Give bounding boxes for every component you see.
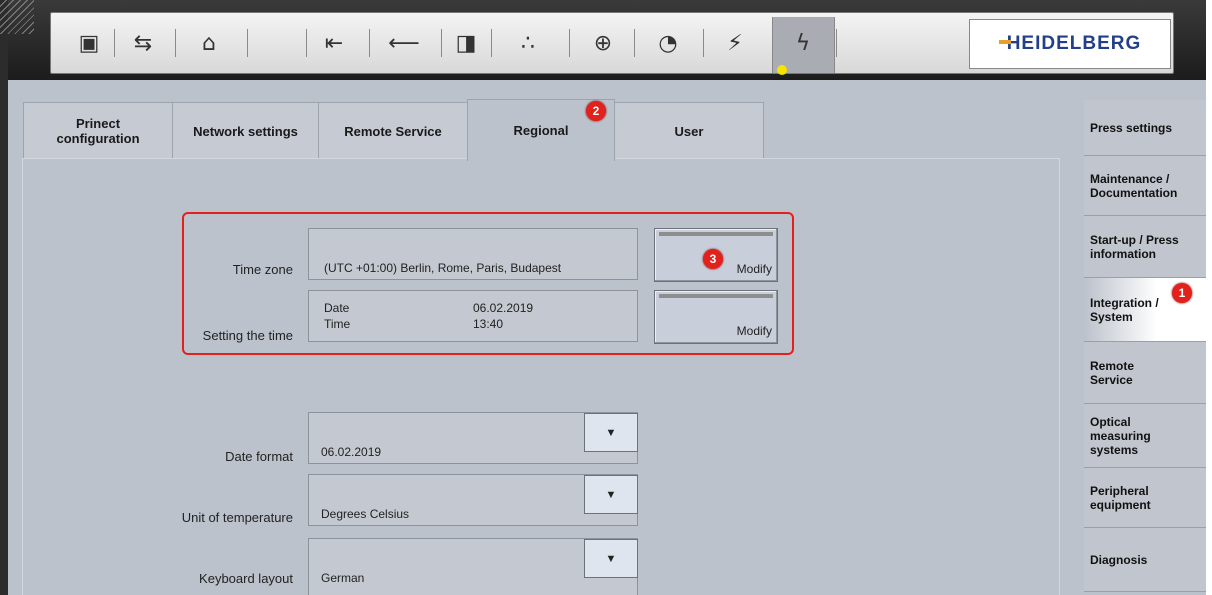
toolbar-separator <box>441 29 442 57</box>
tab-network-settings[interactable]: Network settings <box>172 102 319 160</box>
sidebar-item-peripheral[interactable]: Peripheral equipment <box>1084 468 1206 528</box>
dampening-icon[interactable]: ∴ <box>499 21 557 65</box>
date-format-label: Date format <box>225 449 293 464</box>
sidebar-item-press-settings[interactable]: Press settings <box>1084 100 1206 156</box>
chevron-down-icon[interactable]: ▼ <box>584 539 638 578</box>
toolbar-separator <box>569 29 570 57</box>
tab-remote-service[interactable]: Remote Service <box>318 102 468 160</box>
chevron-down-icon[interactable]: ▼ <box>584 413 638 452</box>
sidebar-item-label: Peripheral equipment <box>1090 483 1151 512</box>
sidebar-item-label: Optical measuring systems <box>1090 414 1151 457</box>
tab-label: User <box>674 123 704 139</box>
resize-grip[interactable] <box>0 0 34 34</box>
scroll-icon[interactable]: ⌂ <box>183 21 235 65</box>
tab-prinect-configuration[interactable]: Prinect configuration <box>23 102 173 160</box>
left-frame <box>0 0 8 595</box>
temperature-unit-value: Degrees Celsius <box>321 507 410 521</box>
sidebar-item-label: Remote Service <box>1090 358 1135 387</box>
pile-icon[interactable]: ◨ <box>449 21 483 65</box>
toolbar-separator <box>114 29 115 57</box>
toolbar-separator <box>306 29 307 57</box>
tab-label: Remote Service <box>344 123 442 139</box>
step-badge-3: 3 <box>703 249 723 269</box>
status-dot <box>777 65 787 75</box>
tab-label: Prinect configuration <box>56 116 140 146</box>
app-window: ▣ ⇆ ⌂ ⇤ ⟵ ◨ ∴ ⊕ ◔ ⚡ ϟ HEIDELBERG Prinect… <box>0 0 1212 595</box>
counter-icon[interactable]: ⇆ <box>121 21 165 65</box>
sidebar-item-label: Maintenance / Documentation <box>1090 171 1178 200</box>
calculator-icon[interactable]: ▣ <box>73 21 105 65</box>
highlight-box <box>182 212 794 355</box>
keyboard-layout-label: Keyboard layout <box>199 571 293 586</box>
date-format-value: 06.02.2019 <box>321 445 382 459</box>
heidelberg-logo: HEIDELBERG <box>969 19 1171 69</box>
toolbar-separator <box>836 29 837 57</box>
sidebar-item-diagnosis[interactable]: Diagnosis <box>1084 528 1206 592</box>
toolbar-separator <box>703 29 704 57</box>
register-icon[interactable]: ⊕ <box>581 21 625 65</box>
sidebar-item-remote-service[interactable]: Remote Service <box>1084 342 1206 404</box>
step-badge-1: 1 <box>1172 283 1192 303</box>
step-badge-2: 2 <box>586 101 606 121</box>
toolbar-separator <box>369 29 370 57</box>
toolbar-separator <box>491 29 492 57</box>
infeed-icon[interactable]: ⇤ <box>313 21 355 65</box>
tab-label: Network settings <box>193 123 298 139</box>
main-toolbar: ▣ ⇆ ⌂ ⇤ ⟵ ◨ ∴ ⊕ ◔ ⚡ ϟ HEIDELBERG <box>50 12 1174 75</box>
sidebar-item-maintenance[interactable]: Maintenance / Documentation <box>1084 156 1206 216</box>
right-sidebar: Press settings Maintenance / Documentati… <box>1084 100 1206 595</box>
power-icon[interactable]: ϟ <box>775 21 831 65</box>
spray-icon[interactable]: ⚡ <box>711 21 759 65</box>
keyboard-layout-value: German <box>321 571 365 585</box>
sidebar-item-label: Diagnosis <box>1090 552 1148 567</box>
sidebar-item-label: Start-up / Press information <box>1090 232 1179 261</box>
toolbar-separator <box>247 29 248 57</box>
sidebar-item-optical-measuring[interactable]: Optical measuring systems <box>1084 404 1206 468</box>
measurement-icon[interactable]: ◔ <box>641 21 695 65</box>
toolbar-separator <box>175 29 176 57</box>
toolbar-separator <box>634 29 635 57</box>
sidebar-item-startup[interactable]: Start-up / Press information <box>1084 216 1206 278</box>
temperature-unit-label: Unit of temperature <box>181 510 293 525</box>
tab-user[interactable]: User <box>614 102 764 160</box>
arrow-left-icon[interactable]: ⟵ <box>379 21 429 65</box>
tab-label: Regional <box>513 123 569 138</box>
sidebar-item-label: Press settings <box>1090 120 1173 135</box>
sidebar-item-label: Integration / System <box>1090 295 1159 324</box>
chevron-down-icon[interactable]: ▼ <box>584 475 638 514</box>
